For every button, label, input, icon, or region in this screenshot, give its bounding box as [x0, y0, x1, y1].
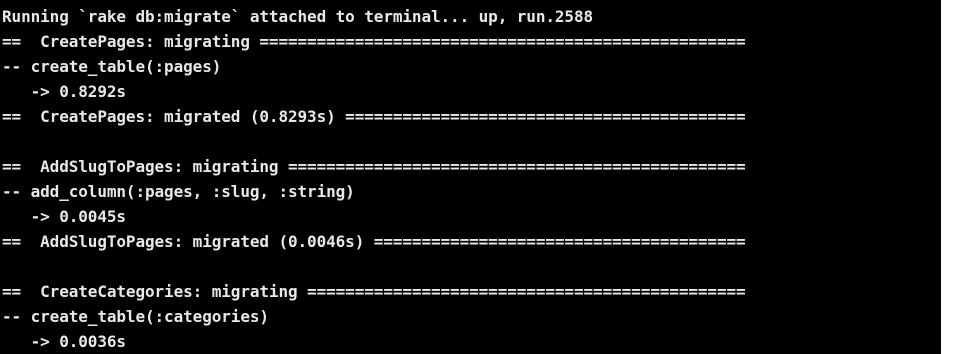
terminal-line-migration-header: == CreateCategories: migrating =========… [2, 282, 746, 301]
terminal-window[interactable]: Running `rake db:migrate` attached to te… [0, 0, 941, 354]
terminal-line-duration: -> 0.0036s [2, 332, 126, 351]
terminal-line-migration-footer: == CreatePages: migrated (0.8293s) =====… [2, 107, 746, 126]
page-margin [941, 0, 956, 354]
terminal-output: Running `rake db:migrate` attached to te… [0, 0, 941, 354]
terminal-line-migration-header: == CreatePages: migrating ==============… [2, 32, 746, 51]
terminal-line-migration-footer: == AddSlugToPages: migrated (0.0046s) ==… [2, 232, 746, 251]
terminal-line-migration-header: == AddSlugToPages: migrating ===========… [2, 157, 746, 176]
terminal-line-duration: -> 0.0045s [2, 207, 126, 226]
terminal-line-command: Running `rake db:migrate` attached to te… [2, 7, 594, 26]
terminal-line-operation: -- create_table(:pages) [2, 57, 222, 76]
terminal-line-operation: -- create_table(:categories) [2, 307, 269, 326]
terminal-line-duration: -> 0.8292s [2, 82, 126, 101]
terminal-line-operation: -- add_column(:pages, :slug, :string) [2, 182, 355, 201]
